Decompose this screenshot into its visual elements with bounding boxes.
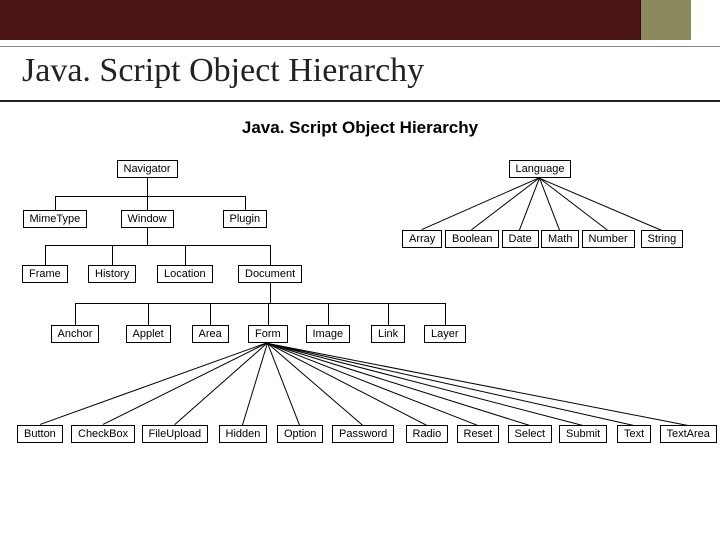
node-image: Image: [306, 325, 351, 343]
hierarchy-diagram: Navigator Language MimeType Window Plugin Arr…: [0, 145, 720, 540]
node-location: Location: [157, 265, 213, 283]
node-document: Document: [238, 265, 302, 283]
node-mimetype: MimeType: [23, 210, 88, 228]
diagram-title: Java. Script Object Hierarchy: [0, 118, 720, 138]
node-plugin: Plugin: [223, 210, 268, 228]
node-math: Math: [541, 230, 579, 248]
node-navigator: Navigator: [117, 160, 178, 178]
node-boolean: Boolean: [445, 230, 499, 248]
node-layer: Layer: [424, 325, 466, 343]
node-hidden: Hidden: [219, 425, 268, 443]
node-fileupload: FileUpload: [142, 425, 209, 443]
node-submit: Submit: [559, 425, 607, 443]
node-area: Area: [192, 325, 229, 343]
node-reset: Reset: [457, 425, 500, 443]
node-array: Array: [402, 230, 442, 248]
node-window: Window: [121, 210, 174, 228]
decorative-top-bar: [0, 0, 720, 40]
node-radio: Radio: [406, 425, 449, 443]
node-date: Date: [502, 230, 539, 248]
node-anchor: Anchor: [51, 325, 100, 343]
node-link: Link: [371, 325, 405, 343]
node-button: Button: [17, 425, 63, 443]
node-textarea: TextArea: [660, 425, 717, 443]
node-option: Option: [277, 425, 323, 443]
node-checkbox: CheckBox: [71, 425, 135, 443]
node-string: String: [641, 230, 684, 248]
node-applet: Applet: [126, 325, 171, 343]
page-title: Java. Script Object Hierarchy: [22, 52, 424, 90]
node-frame: Frame: [22, 265, 68, 283]
node-number: Number: [582, 230, 635, 248]
node-select: Select: [508, 425, 553, 443]
node-text: Text: [617, 425, 651, 443]
node-form: Form: [248, 325, 288, 343]
node-password: Password: [332, 425, 394, 443]
node-history: History: [88, 265, 136, 283]
node-language: Language: [509, 160, 572, 178]
